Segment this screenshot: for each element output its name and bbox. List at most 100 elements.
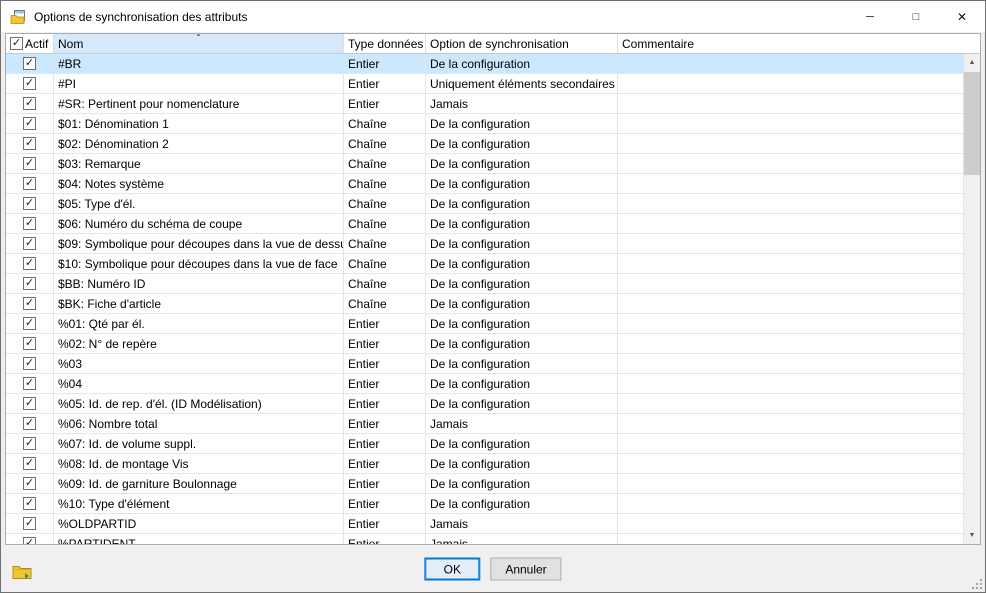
cell-commentaire[interactable] bbox=[618, 174, 963, 193]
table-row[interactable]: ✓#SR: Pertinent pour nomenclatureEntierJ… bbox=[6, 94, 963, 114]
cell-type[interactable]: Chaîne bbox=[344, 114, 426, 133]
cell-commentaire[interactable] bbox=[618, 394, 963, 413]
cell-commentaire[interactable] bbox=[618, 474, 963, 493]
row-active-checkbox[interactable]: ✓ bbox=[23, 457, 36, 470]
cell-option[interactable]: De la configuration bbox=[426, 454, 618, 473]
cell-commentaire[interactable] bbox=[618, 274, 963, 293]
cell-nom[interactable]: %10: Type d'élément bbox=[54, 494, 344, 513]
row-active-checkbox[interactable]: ✓ bbox=[23, 177, 36, 190]
cell-commentaire[interactable] bbox=[618, 294, 963, 313]
cell-nom[interactable]: $09: Symbolique pour découpes dans la vu… bbox=[54, 234, 344, 253]
table-row[interactable]: ✓%01: Qté par él.EntierDe la configurati… bbox=[6, 314, 963, 334]
table-row[interactable]: ✓ $09: Symbolique pour découpes dans la v… bbox=[6, 234, 963, 254]
cell-option[interactable]: De la configuration bbox=[426, 234, 618, 253]
cell-nom[interactable]: %05: Id. de rep. d'él. (ID Modélisation) bbox=[54, 394, 344, 413]
cell-option[interactable]: De la configuration bbox=[426, 434, 618, 453]
cell-type[interactable]: Entier bbox=[344, 334, 426, 353]
cell-option[interactable]: De la configuration bbox=[426, 394, 618, 413]
cell-commentaire[interactable] bbox=[618, 374, 963, 393]
favorites-button[interactable] bbox=[9, 559, 35, 583]
table-row[interactable]: ✓ %05: Id. de rep. d'él. (ID Modélisation… bbox=[6, 394, 963, 414]
titlebar[interactable]: Options de synchronisation des attributs… bbox=[1, 1, 985, 32]
table-row[interactable]: ✓ $10: Symbolique pour découpes dans la v… bbox=[6, 254, 963, 274]
cell-type[interactable]: Chaîne bbox=[344, 154, 426, 173]
table-row[interactable]: ✓ %04EntierDe la configuration bbox=[6, 374, 963, 394]
table-row[interactable]: ✓#BREntierDe la configuration bbox=[6, 54, 963, 74]
cell-option[interactable]: De la configuration bbox=[426, 334, 618, 353]
table-row[interactable]: ✓%10: Type d'élémentEntierDe la configur… bbox=[6, 494, 963, 514]
cell-commentaire[interactable] bbox=[618, 434, 963, 453]
row-active-checkbox[interactable]: ✓ bbox=[23, 77, 36, 90]
table-row[interactable]: ✓ %08: Id. de montage VisEntierDe la conf… bbox=[6, 454, 963, 474]
cell-commentaire[interactable] bbox=[618, 194, 963, 213]
row-active-checkbox[interactable]: ✓ bbox=[23, 437, 36, 450]
cell-commentaire[interactable] bbox=[618, 54, 963, 73]
cell-nom[interactable]: %04 bbox=[54, 374, 344, 393]
maximize-button[interactable]: □ bbox=[893, 1, 939, 32]
cell-type[interactable]: Entier bbox=[344, 534, 426, 544]
table-row[interactable]: ✓%06: Nombre totalEntierJamais bbox=[6, 414, 963, 434]
cell-nom[interactable]: $BB: Numéro ID bbox=[54, 274, 344, 293]
cell-commentaire[interactable] bbox=[618, 214, 963, 233]
table-row[interactable]: ✓%02: N° de repèreEntierDe la configurat… bbox=[6, 334, 963, 354]
row-active-checkbox[interactable]: ✓ bbox=[23, 197, 36, 210]
row-active-checkbox[interactable]: ✓ bbox=[23, 377, 36, 390]
row-active-checkbox[interactable]: ✓ bbox=[23, 257, 36, 270]
cell-option[interactable]: De la configuration bbox=[426, 314, 618, 333]
cell-option[interactable]: De la configuration bbox=[426, 174, 618, 193]
close-button[interactable]: ✕ bbox=[939, 1, 985, 32]
table-row[interactable]: ✓$04: Notes systèmeChaîneDe la configura… bbox=[6, 174, 963, 194]
cell-type[interactable]: Entier bbox=[344, 374, 426, 393]
cancel-button[interactable]: Annuler bbox=[490, 558, 561, 581]
table-row[interactable]: ✓%OLDPARTIDEntierJamais bbox=[6, 514, 963, 534]
cell-nom[interactable]: $03: Remarque bbox=[54, 154, 344, 173]
row-active-checkbox[interactable]: ✓ bbox=[23, 417, 36, 430]
cell-nom[interactable]: %08: Id. de montage Vis bbox=[54, 454, 344, 473]
row-active-checkbox[interactable]: ✓ bbox=[23, 217, 36, 230]
cell-option[interactable]: Jamais bbox=[426, 514, 618, 533]
row-active-checkbox[interactable]: ✓ bbox=[23, 537, 36, 544]
cell-type[interactable]: Chaîne bbox=[344, 274, 426, 293]
table-row[interactable]: ✓%09: Id. de garniture BoulonnageEntierD… bbox=[6, 474, 963, 494]
cell-option[interactable]: De la configuration bbox=[426, 494, 618, 513]
table-row[interactable]: ✓%PARTIDENTEntierJamais bbox=[6, 534, 963, 544]
table-row[interactable]: ✓%03EntierDe la configuration bbox=[6, 354, 963, 374]
row-active-checkbox[interactable]: ✓ bbox=[23, 517, 36, 530]
header-type[interactable]: Type données bbox=[344, 34, 426, 53]
cell-nom[interactable]: %06: Nombre total bbox=[54, 414, 344, 433]
cell-type[interactable]: Chaîne bbox=[344, 234, 426, 253]
cell-type[interactable]: Entier bbox=[344, 434, 426, 453]
cell-option[interactable]: De la configuration bbox=[426, 134, 618, 153]
table-row[interactable]: ✓%07: Id. de volume suppl.EntierDe la co… bbox=[6, 434, 963, 454]
cell-type[interactable]: Chaîne bbox=[344, 194, 426, 213]
cell-commentaire[interactable] bbox=[618, 94, 963, 113]
cell-option[interactable]: De la configuration bbox=[426, 474, 618, 493]
cell-type[interactable]: Entier bbox=[344, 54, 426, 73]
row-active-checkbox[interactable]: ✓ bbox=[23, 397, 36, 410]
cell-nom[interactable]: #SR: Pertinent pour nomenclature bbox=[54, 94, 344, 113]
cell-nom[interactable]: $10: Symbolique pour découpes dans la vu… bbox=[54, 254, 344, 273]
cell-commentaire[interactable] bbox=[618, 314, 963, 333]
cell-type[interactable]: Chaîne bbox=[344, 254, 426, 273]
cell-option[interactable]: De la configuration bbox=[426, 154, 618, 173]
cell-option[interactable]: De la configuration bbox=[426, 254, 618, 273]
table-row[interactable]: ✓ $03: RemarqueChaîneDe la configuration bbox=[6, 154, 963, 174]
cell-commentaire[interactable] bbox=[618, 514, 963, 533]
cell-type[interactable]: Entier bbox=[344, 394, 426, 413]
cell-nom[interactable]: %01: Qté par él. bbox=[54, 314, 344, 333]
cell-commentaire[interactable] bbox=[618, 74, 963, 93]
cell-commentaire[interactable] bbox=[618, 334, 963, 353]
row-active-checkbox[interactable]: ✓ bbox=[23, 137, 36, 150]
cell-type[interactable]: Entier bbox=[344, 454, 426, 473]
row-active-checkbox[interactable]: ✓ bbox=[23, 237, 36, 250]
row-active-checkbox[interactable]: ✓ bbox=[23, 277, 36, 290]
cell-commentaire[interactable] bbox=[618, 154, 963, 173]
cell-option[interactable]: De la configuration bbox=[426, 374, 618, 393]
ok-button[interactable]: OK bbox=[424, 558, 480, 581]
cell-commentaire[interactable] bbox=[618, 254, 963, 273]
cell-nom[interactable]: #PI bbox=[54, 74, 344, 93]
cell-nom[interactable]: $05: Type d'él. bbox=[54, 194, 344, 213]
row-active-checkbox[interactable]: ✓ bbox=[23, 357, 36, 370]
cell-type[interactable]: Entier bbox=[344, 514, 426, 533]
row-active-checkbox[interactable]: ✓ bbox=[23, 157, 36, 170]
